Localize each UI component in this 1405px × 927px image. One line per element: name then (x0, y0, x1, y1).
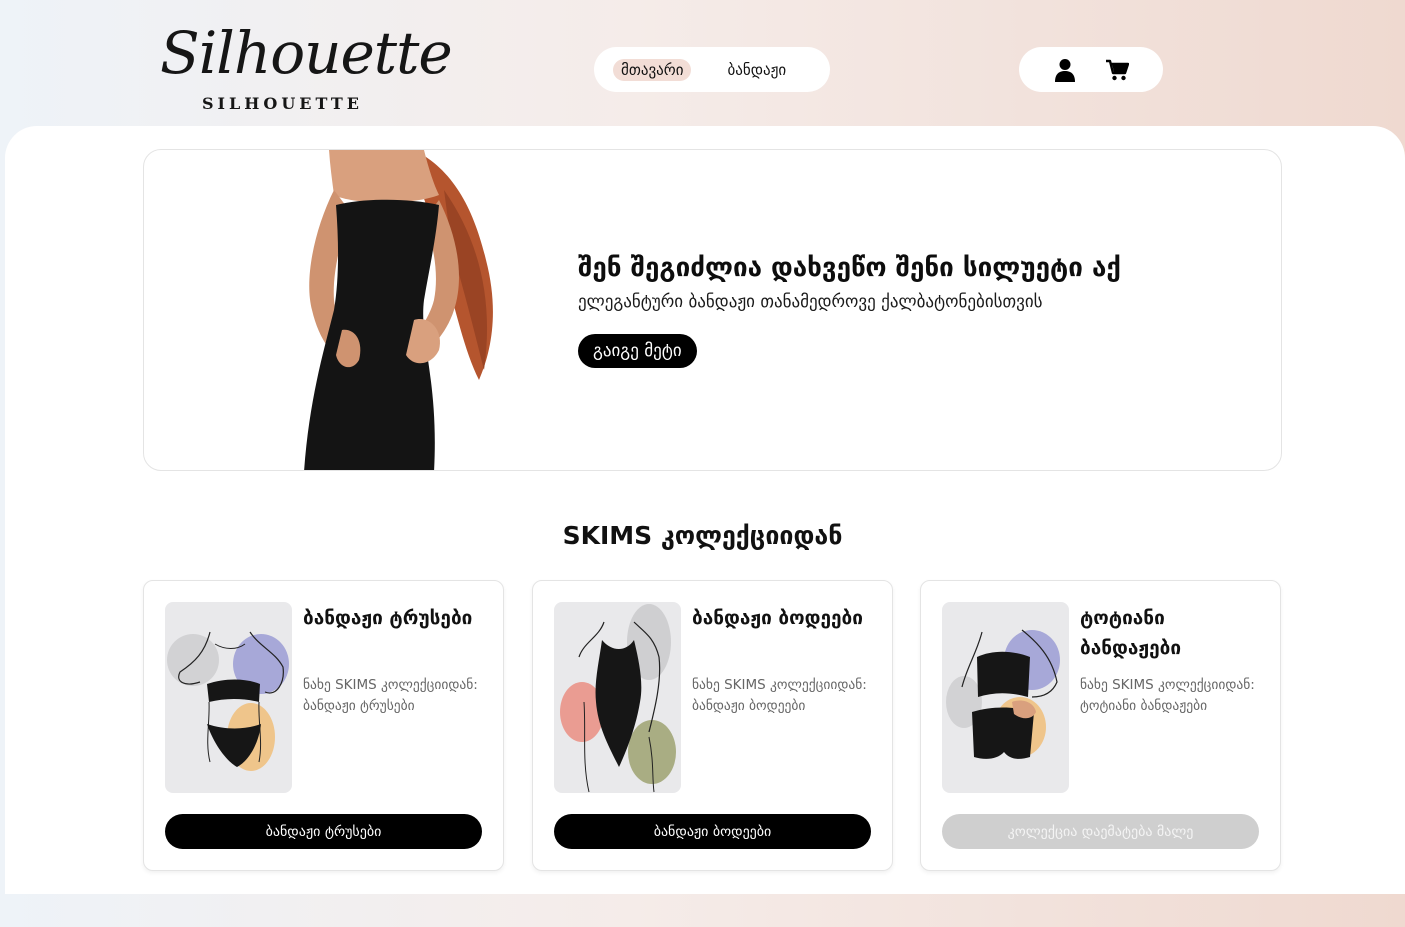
coming-soon-button: კოლექცია დაემატება მალე (942, 814, 1259, 849)
logo-subtitle: SILHOUETTE (202, 94, 363, 113)
card-description: ნახე SKIMS კოლექციიდან: ბანდაჟი ბოდეები (692, 677, 867, 714)
card-illustration (165, 602, 292, 793)
card-description: ნახე SKIMS კოლექციიდან: ტოტიანი ბანდაჟებ… (1080, 677, 1255, 714)
card-description: ნახე SKIMS კოლექციიდან: ბანდაჟი ტრუსები (303, 677, 478, 714)
user-actions (1019, 47, 1163, 92)
product-card-bodysuits: ბანდაჟი ბოდეები ნახე SKIMS კოლექციიდან: … (532, 580, 893, 871)
hero-banner: შენ შეგიძლია დახვეწო შენი სილუეტი აქ ელე… (143, 149, 1282, 471)
card-title: ტოტიანი ბანდაჟები (1080, 607, 1182, 659)
hero-subtitle: ელეგანტური ბანდაჟი თანამედროვე ქალბატონე… (578, 292, 1043, 312)
hero-title: შენ შეგიძლია დახვეწო შენი სილუეტი აქ (578, 253, 1121, 283)
user-icon[interactable] (1052, 57, 1078, 83)
learn-more-button[interactable]: გაიგე მეტი (578, 334, 697, 368)
logo-script-text: Silhouette (160, 19, 453, 87)
nav-item-home[interactable]: მთავარი (613, 58, 692, 81)
site-header: Silhouette SILHOUETTE მთავარი ბანდაჟი (0, 0, 1405, 130)
product-card-shorts: ტოტიანი ბანდაჟები ნახე SKIMS კოლექციიდან… (920, 580, 1281, 871)
hero-model-image (224, 150, 554, 470)
nav-item-bandages[interactable]: ბანდაჟი (719, 59, 794, 81)
card-illustration (942, 602, 1069, 793)
card-title: ბანდაჟი ტრუსები (303, 607, 473, 629)
bodysuits-button[interactable]: ბანდაჟი ბოდეები (554, 814, 871, 849)
cart-icon[interactable] (1104, 57, 1130, 83)
hero-text-block: შენ შეგიძლია დახვეწო შენი სილუეტი აქ ელე… (578, 248, 1258, 368)
card-title: ბანდაჟი ბოდეები (692, 607, 863, 629)
brand-logo[interactable]: Silhouette SILHOUETTE (160, 18, 453, 118)
card-illustration (554, 602, 681, 793)
collection-title: SKIMS კოლექციიდან (562, 521, 843, 550)
panties-button[interactable]: ბანდაჟი ტრუსები (165, 814, 482, 849)
main-nav: მთავარი ბანდაჟი (594, 47, 830, 92)
product-card-panties: ბანდაჟი ტრუსები ნახე SKIMS კოლექციიდან: … (143, 580, 504, 871)
